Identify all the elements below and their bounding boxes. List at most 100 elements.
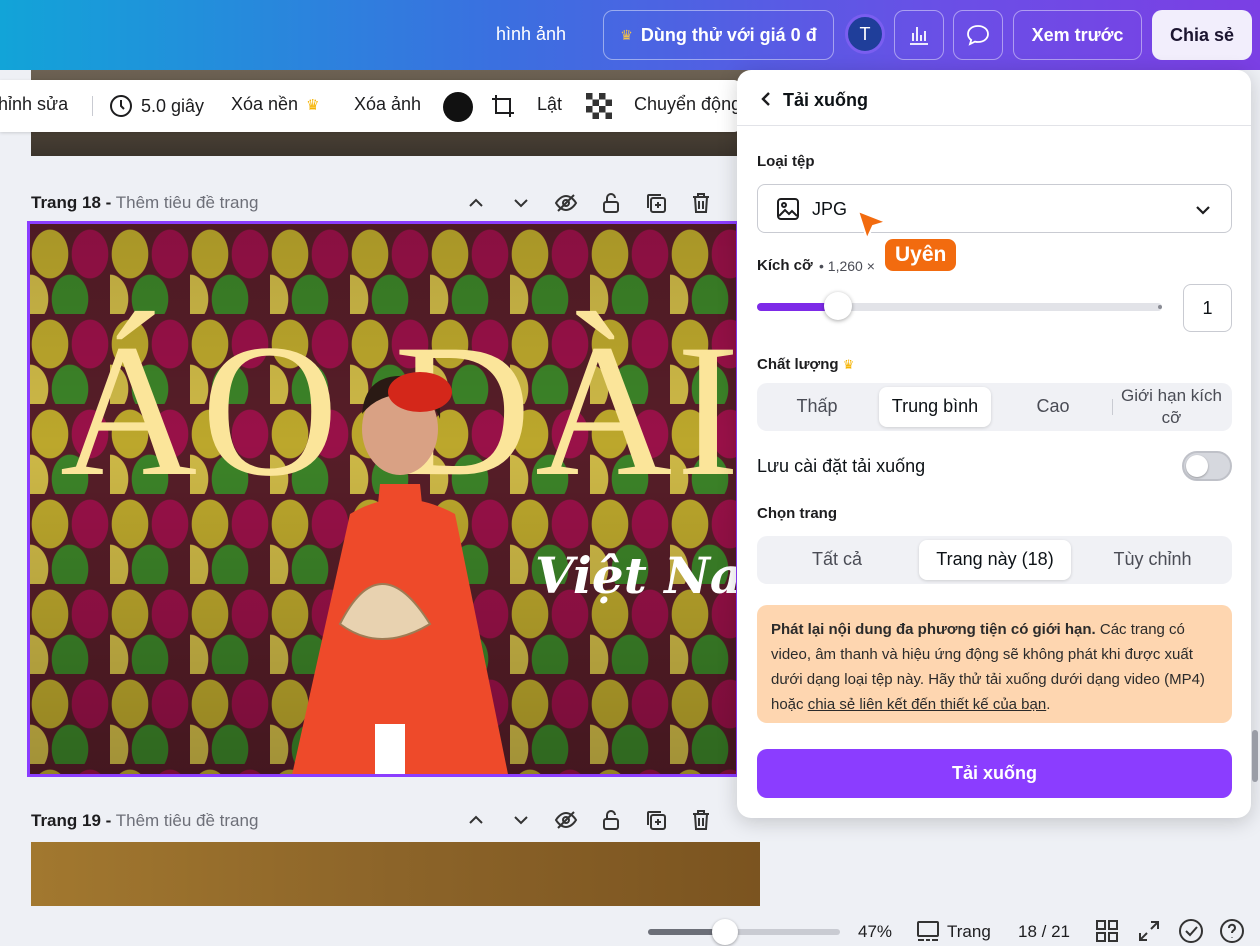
insights-button[interactable]: [894, 10, 944, 60]
comment-button[interactable]: [953, 10, 1003, 60]
free-trial-button[interactable]: ♛ Dùng thử với giá 0 đ: [603, 10, 834, 60]
save-settings-toggle[interactable]: [1182, 451, 1232, 481]
trash-icon[interactable]: [678, 188, 723, 218]
remove-background-button[interactable]: Xóa nền ♛: [231, 94, 320, 115]
crop-icon[interactable]: [490, 93, 516, 119]
quality-option-limit-size[interactable]: Giới hạn kích cỡ: [1115, 386, 1228, 427]
crown-icon: ♛: [620, 26, 633, 43]
animate-label: Chuyển động: [634, 94, 740, 114]
download-panel-title: Tải xuống: [783, 90, 868, 110]
scrollbar[interactable]: [1252, 730, 1258, 782]
delete-image-button[interactable]: Xóa ảnh: [354, 94, 421, 115]
download-panel: Tải xuống Loại tệp JPG Kích cỡ • 1,260 ×…: [737, 70, 1251, 818]
flip-button[interactable]: Lật: [537, 94, 562, 115]
bar-chart-icon: [910, 27, 928, 45]
pages-option-custom[interactable]: Tùy chỉnh: [1077, 540, 1228, 580]
collaborator-cursor-icon: [856, 209, 889, 242]
size-slider-handle[interactable]: [824, 292, 852, 320]
slide-subtitle[interactable]: Việt Nam: [535, 546, 736, 605]
fullscreen-icon[interactable]: [1137, 919, 1161, 943]
comment-icon: [967, 25, 989, 46]
share-button[interactable]: Chia sẻ: [1152, 10, 1252, 60]
image-edit-toolbar: hỉnh sửa 5.0 giây Xóa nền ♛ Xóa ảnh Lật …: [0, 80, 740, 132]
divider: [92, 96, 93, 116]
chevron-down-icon[interactable]: [498, 188, 543, 218]
hide-eye-icon[interactable]: [543, 805, 588, 835]
page-19-actions: [453, 805, 723, 835]
pages-option-all[interactable]: Tất cả: [761, 540, 913, 580]
delete-image-label: Xóa ảnh: [354, 94, 422, 114]
grid-view-icon[interactable]: [1095, 919, 1119, 943]
images-label: hình ảnh: [496, 24, 567, 44]
page-19-header: Trang 19 - Thêm tiêu đề trang: [31, 811, 258, 831]
collaborator-name-tag: Uyên: [883, 237, 959, 273]
size-value: • 1,260 ×: [819, 258, 875, 274]
zoom-slider[interactable]: [648, 919, 840, 945]
unlock-icon[interactable]: [588, 805, 633, 835]
animate-button[interactable]: Chuyển động: [634, 94, 740, 115]
free-trial-label: Dùng thử với giá 0 đ: [640, 24, 817, 45]
unlock-icon[interactable]: [588, 188, 633, 218]
quality-option-medium[interactable]: Trung bình: [879, 387, 991, 427]
remove-background-label: Xóa nền: [231, 94, 299, 114]
pages-label[interactable]: Trang: [947, 922, 991, 942]
page-18-header: Trang 18 - Thêm tiêu đề trang: [31, 193, 258, 213]
size-label: Kích cỡ: [757, 257, 813, 274]
zoom-slider-handle[interactable]: [711, 919, 738, 945]
page-19-title-input[interactable]: Thêm tiêu đề trang: [116, 811, 259, 830]
help-icon[interactable]: [1219, 918, 1245, 944]
pages-view-icon[interactable]: [916, 919, 940, 943]
pages-option-this-page[interactable]: Trang này (18): [919, 540, 1071, 580]
duplicate-icon[interactable]: [633, 805, 678, 835]
hide-eye-icon[interactable]: [543, 188, 588, 218]
notice-end: .: [1046, 696, 1051, 713]
trash-icon[interactable]: [678, 805, 723, 835]
edit-image-button[interactable]: hỉnh sửa: [0, 94, 68, 115]
woman-in-ao-dai-image[interactable]: [280, 364, 520, 777]
avatar[interactable]: T: [845, 14, 885, 54]
chevron-down-icon[interactable]: [498, 805, 543, 835]
duration-button[interactable]: 5.0 giây: [109, 94, 204, 118]
flip-label: Lật: [537, 94, 563, 114]
quality-option-low[interactable]: Thấp: [761, 387, 873, 427]
quality-label-text: Chất lượng: [757, 356, 839, 373]
select-pages-label: Chọn trang: [757, 505, 837, 522]
download-panel-header: Tải xuống: [737, 70, 1251, 126]
notice-heading: Phát lại nội dung đa phương tiện có giới…: [771, 621, 1096, 638]
bottom-bar: 47% Trang 18 / 21: [0, 906, 1260, 946]
share-link[interactable]: chia sẻ liên kết đến thiết kế của bạn: [808, 696, 1047, 713]
size-slider[interactable]: [757, 292, 1162, 320]
toggle-knob: [1186, 455, 1208, 477]
file-type-value: JPG: [812, 199, 848, 219]
quality-option-high[interactable]: Cao: [997, 387, 1109, 427]
top-bar: hình ảnh ♛ Dùng thử với giá 0 đ T Xem tr…: [0, 0, 1260, 70]
page-18-canvas[interactable]: ÁO DÀI Việt Nam: [27, 221, 739, 777]
page-19-number: Trang 19 -: [31, 811, 112, 830]
check-circle-icon[interactable]: [1178, 918, 1204, 944]
crown-icon: ♛: [842, 357, 855, 372]
quality-label: Chất lượng ♛: [757, 356, 854, 373]
image-file-icon: [777, 198, 799, 220]
edit-image-label: hỉnh sửa: [0, 94, 69, 114]
divider: [1112, 399, 1113, 415]
chevron-up-icon[interactable]: [453, 188, 498, 218]
transparency-icon[interactable]: [586, 93, 612, 119]
chevron-up-icon[interactable]: [453, 805, 498, 835]
download-button[interactable]: Tải xuống: [757, 749, 1232, 798]
duration-label: 5.0 giây: [141, 95, 205, 116]
color-swatch[interactable]: [443, 92, 473, 122]
file-type-select[interactable]: JPG: [757, 184, 1232, 233]
zoom-percent[interactable]: 47%: [858, 922, 892, 942]
crown-icon: ♛: [306, 96, 320, 114]
page-counter: 18 / 21: [1018, 922, 1070, 941]
page-19-canvas[interactable]: [31, 842, 760, 906]
preview-button[interactable]: Xem trước: [1013, 10, 1142, 60]
page-18-title-input[interactable]: Thêm tiêu đề trang: [116, 193, 259, 212]
page-18-actions: [453, 188, 723, 218]
media-playback-notice: Phát lại nội dung đa phương tiện có giới…: [757, 605, 1232, 723]
duplicate-icon[interactable]: [633, 188, 678, 218]
size-multiplier-input[interactable]: 1: [1183, 284, 1232, 332]
back-arrow-icon[interactable]: [757, 90, 775, 108]
pages-segmented-control: Tất cả Trang này (18) Tùy chỉnh: [757, 536, 1232, 584]
page-18-number: Trang 18 -: [31, 193, 112, 212]
